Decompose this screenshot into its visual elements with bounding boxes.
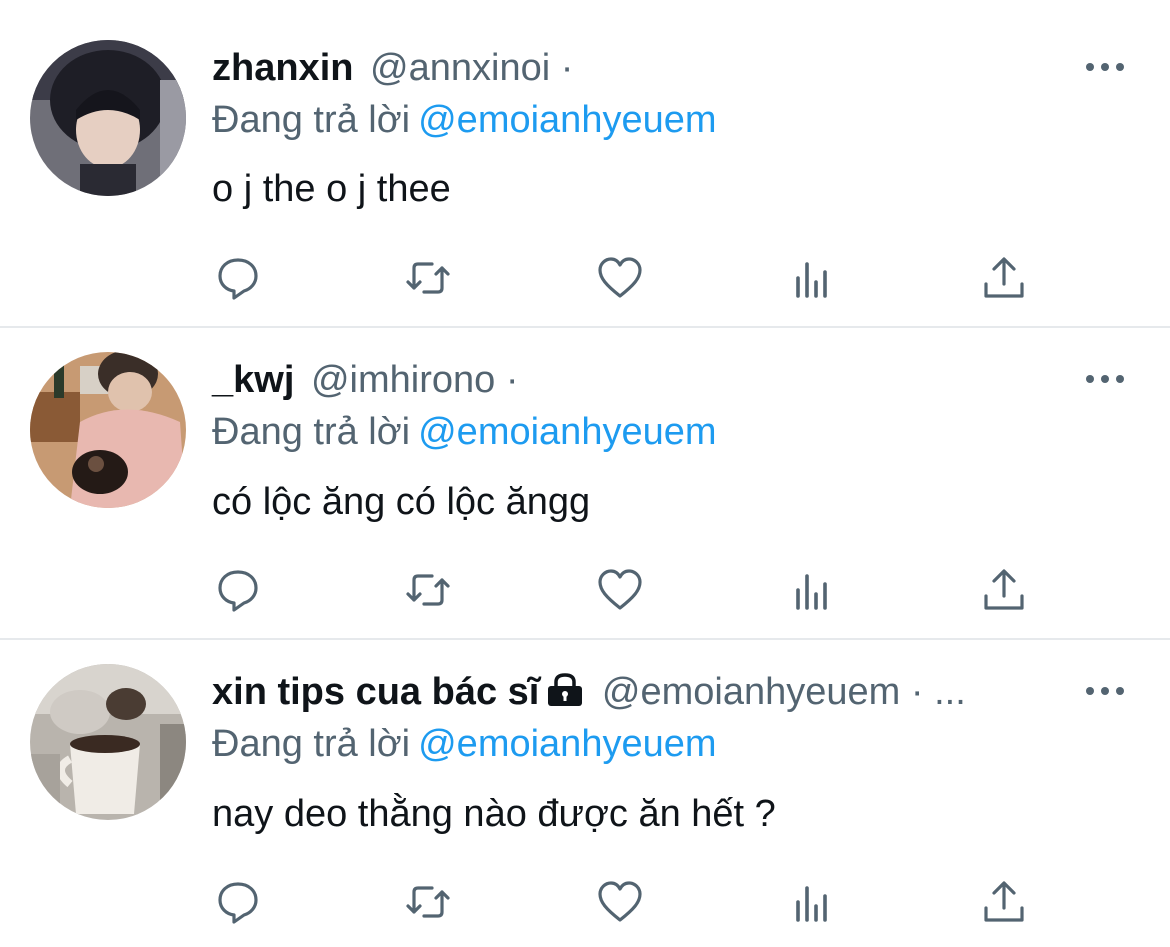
retweet-icon[interactable]: [400, 874, 456, 930]
reply-thread: zhanxin @annxinoi · Đang trả lời @emoianh…: [0, 0, 1170, 947]
avatar-photo: [30, 352, 186, 508]
display-name[interactable]: zhanxin: [212, 47, 353, 89]
reply-icon[interactable]: [210, 250, 266, 306]
display-name[interactable]: xin tips cua bác sĩ: [212, 671, 539, 713]
action-bar: [0, 250, 1170, 306]
avatar[interactable]: [30, 352, 186, 508]
share-icon[interactable]: [976, 562, 1032, 618]
views-icon[interactable]: [784, 250, 840, 306]
separator: ·: [560, 47, 574, 89]
like-icon[interactable]: [592, 874, 648, 930]
mention-link[interactable]: @emoianhyeuem: [418, 411, 716, 453]
display-name[interactable]: _kwj: [212, 359, 294, 401]
more-options-icon[interactable]: [1080, 676, 1130, 706]
mention-link[interactable]: @emoianhyeuem: [418, 99, 716, 141]
tweet-header: xin tips cua bác sĩ @emoianhyeuem · ...: [212, 668, 1060, 720]
avatar-photo: [30, 664, 186, 820]
avatar[interactable]: [30, 664, 186, 820]
action-bar: [0, 874, 1170, 930]
avatar-photo: [30, 40, 186, 196]
avatar[interactable]: [30, 40, 186, 196]
tweet-text: có lộc ăng có lộc ăngg: [212, 481, 591, 523]
like-icon[interactable]: [592, 562, 648, 618]
replying-to-label: Đang trả lời: [212, 99, 411, 141]
views-icon[interactable]: [784, 874, 840, 930]
tweet-text: o j the o j thee: [212, 168, 451, 210]
separator: ·: [505, 359, 519, 401]
replying-to: Đang trả lời @emoianhyeuem: [212, 408, 717, 456]
share-icon[interactable]: [976, 874, 1032, 930]
retweet-icon[interactable]: [400, 562, 456, 618]
action-bar: [0, 562, 1170, 618]
tweet[interactable]: _kwj @imhirono · Đang trả lời @emoianhyeu…: [0, 328, 1170, 638]
replying-to: Đang trả lời @emoianhyeuem: [212, 96, 717, 144]
replying-to: Đang trả lời @emoianhyeuem: [212, 720, 717, 768]
reply-icon[interactable]: [210, 874, 266, 930]
reply-icon[interactable]: [210, 562, 266, 618]
replying-to-label: Đang trả lời: [212, 723, 411, 765]
tweet[interactable]: xin tips cua bác sĩ @emoianhyeuem · ... …: [0, 640, 1170, 947]
truncation-ellipsis: ...: [934, 671, 966, 713]
user-handle[interactable]: @emoianhyeuem: [602, 671, 900, 713]
user-handle[interactable]: @annxinoi: [370, 47, 550, 89]
views-icon[interactable]: [784, 562, 840, 618]
tweet-header: _kwj @imhirono ·: [212, 356, 1060, 404]
like-icon[interactable]: [592, 250, 648, 306]
more-options-icon[interactable]: [1080, 52, 1130, 82]
tweet-header: zhanxin @annxinoi ·: [212, 44, 1060, 92]
user-handle[interactable]: @imhirono: [311, 359, 495, 401]
retweet-icon[interactable]: [400, 250, 456, 306]
more-options-icon[interactable]: [1080, 364, 1130, 394]
tweet-text: nay deo thằng nào được ăn hết ?: [212, 793, 776, 835]
mention-link[interactable]: @emoianhyeuem: [418, 723, 716, 765]
lock-icon: [545, 672, 585, 720]
tweet[interactable]: zhanxin @annxinoi · Đang trả lời @emoianh…: [0, 0, 1170, 326]
share-icon[interactable]: [976, 250, 1032, 306]
separator: ·: [910, 671, 924, 713]
replying-to-label: Đang trả lời: [212, 411, 411, 453]
